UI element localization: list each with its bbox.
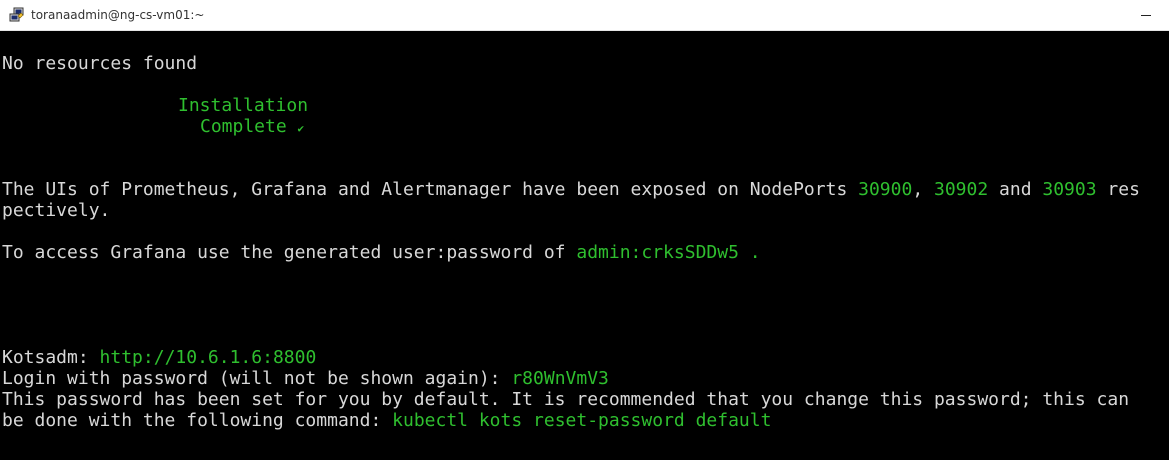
installation-line-1: Installation xyxy=(178,95,308,116)
text: The UIs of Prometheus, Grafana and Alert… xyxy=(2,179,859,200)
terminal-output[interactable]: No resources found Installation Complete… xyxy=(0,31,1169,460)
command-line: be done with the following command: kube… xyxy=(2,410,771,431)
text: No resources found xyxy=(2,53,198,74)
text: res xyxy=(1096,179,1140,200)
text: and xyxy=(988,179,1043,200)
grafana-credentials: admin:crksSDDw5 . xyxy=(576,242,761,263)
output-no-resources: No resources found xyxy=(2,53,197,74)
installation-line-2: Complete ✔ xyxy=(200,116,304,137)
exposed-ports-line: The UIs of Prometheus, Grafana and Alert… xyxy=(2,179,1140,200)
checkmark-icon: ✔ xyxy=(297,122,305,135)
text: Login with password (will not be shown a… xyxy=(2,368,512,389)
kotsadm-url[interactable]: http://10.6.1.6:8800 xyxy=(100,347,317,368)
port-alertmanager: 30903 xyxy=(1042,179,1097,200)
exposed-ports-wrap: pectively. xyxy=(2,200,110,221)
putty-icon xyxy=(9,7,24,22)
title-bar[interactable]: toranaadmin@ng-cs-vm01:~ xyxy=(0,0,1169,31)
text: , xyxy=(912,179,934,200)
port-prometheus: 30900 xyxy=(858,179,913,200)
text: To access Grafana use the generated user… xyxy=(2,242,577,263)
recommendation-line: This password has been set for you by de… xyxy=(2,389,1129,410)
login-password: r80WnVmV3 xyxy=(511,368,609,389)
kotsadm-line: Kotsadm: http://10.6.1.6:8800 xyxy=(2,347,316,368)
text: Complete xyxy=(200,116,287,137)
text: be done with the following command: xyxy=(2,410,393,431)
text: Kotsadm: xyxy=(2,347,100,368)
port-grafana: 30902 xyxy=(934,179,989,200)
grafana-access-line: To access Grafana use the generated user… xyxy=(2,242,761,263)
login-password-line: Login with password (will not be shown a… xyxy=(2,368,609,389)
window-title: toranaadmin@ng-cs-vm01:~ xyxy=(31,8,205,22)
minimize-button[interactable] xyxy=(1123,0,1169,30)
text: pectively. xyxy=(2,200,111,221)
text: This password has been set for you by de… xyxy=(2,389,1130,410)
terminal-window: toranaadmin@ng-cs-vm01:~ No resources fo… xyxy=(0,0,1169,460)
minimize-icon xyxy=(1141,14,1151,16)
text: Installation xyxy=(178,95,309,116)
reset-password-command: kubectl kots reset-password default xyxy=(392,410,772,431)
